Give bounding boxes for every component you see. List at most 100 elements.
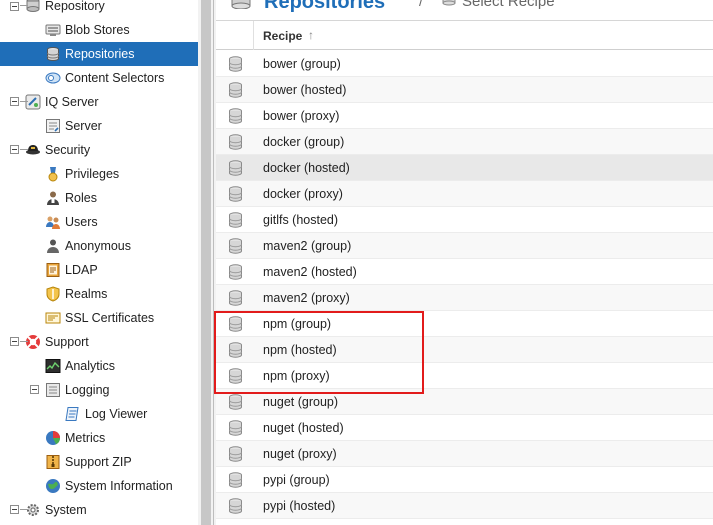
sort-ascending-icon[interactable]: ↑ [308,28,314,42]
database-icon [228,56,243,72]
recipe-name: gitlfs (hosted) [263,213,339,227]
nav-item-realms[interactable]: Realms [0,282,198,306]
recipe-name: docker (proxy) [263,187,343,201]
nav-label: Realms [65,287,108,301]
recipe-name: npm (hosted) [263,343,337,357]
tree-connector [20,341,28,342]
nav-label: Roles [65,191,97,205]
table-row[interactable]: nuget (hosted) [216,415,713,441]
collapse-toggle[interactable] [10,337,19,346]
table-row[interactable]: bower (group) [216,51,713,77]
table-row[interactable]: maven2 (group) [216,233,713,259]
recipe-name: maven2 (proxy) [263,291,350,305]
database-icon [228,108,243,124]
role-person-icon [45,190,61,206]
table-row[interactable]: pypi (group) [216,467,713,493]
database-icon [45,46,61,62]
nav-item-users[interactable]: Users [0,210,198,234]
divider [213,0,214,525]
nav-item-anonymous[interactable]: Anonymous [0,234,198,258]
nav-label: System Information [65,479,173,493]
nav-label: Support ZIP [65,455,132,469]
table-row[interactable]: bower (proxy) [216,103,713,129]
nav-item-blob-stores[interactable]: Blob Stores [0,18,198,42]
nav-item-privileges[interactable]: Privileges [0,162,198,186]
nav-label: Blob Stores [65,23,130,37]
nav-item-logging[interactable]: Logging [0,378,198,402]
table-row[interactable]: nuget (group) [216,389,713,415]
iq-server-icon [25,94,41,110]
nav-item-server[interactable]: Server [0,114,198,138]
nav-item-iq-server[interactable]: IQ Server [0,90,198,114]
database-icon [228,498,243,514]
table-row[interactable]: maven2 (proxy) [216,285,713,311]
collapse-toggle[interactable] [30,385,39,394]
database-icon [442,0,456,6]
nav-item-ssl-certificates[interactable]: SSL Certificates [0,306,198,330]
recipe-name: npm (group) [263,317,332,331]
nav-label: LDAP [65,263,98,277]
recipe-name: pypi (hosted) [263,499,336,513]
recipe-name: nuget (group) [263,395,339,409]
metrics-pie-icon [45,430,61,446]
nav-item-roles[interactable]: Roles [0,186,198,210]
recipe-name: npm (proxy) [263,369,330,383]
zip-icon [45,454,61,470]
table-row[interactable]: maven2 (hosted) [216,259,713,285]
nav-item-system[interactable]: System [0,498,198,522]
table-row[interactable]: docker (proxy) [216,181,713,207]
database-icon [228,394,243,410]
database-icon [228,212,243,228]
nav-item-repository[interactable]: Repository [0,0,198,18]
nav-item-repositories[interactable]: Repositories [0,42,198,66]
nav-label: SSL Certificates [65,311,155,325]
recipe-name: maven2 (group) [263,239,352,253]
table-row[interactable]: npm (group) [216,311,713,337]
nav-item-log-viewer[interactable]: Log Viewer [0,402,198,426]
system-info-globe-icon [45,478,61,494]
nav-item-security[interactable]: Security [0,138,198,162]
collapse-toggle[interactable] [10,97,19,106]
table-row[interactable]: gitlfs (hosted) [216,207,713,233]
table-row[interactable]: docker (hosted) [216,155,713,181]
collapse-toggle[interactable] [10,2,19,11]
log-viewer-icon [65,406,81,422]
vertical-scrollbar[interactable] [201,0,211,525]
database-icon [228,82,243,98]
nav-label: Content Selectors [65,71,165,85]
nav-label: Log Viewer [85,407,148,421]
panel-splitter[interactable] [198,0,216,525]
nav-item-content-selectors[interactable]: Content Selectors [0,66,198,90]
recipe-name: nuget (proxy) [263,447,337,461]
table-row[interactable]: npm (proxy) [216,363,713,389]
recipe-column-header[interactable]: Recipe [263,29,302,43]
table-row[interactable]: bower (hosted) [216,77,713,103]
table-row[interactable]: npm (hosted) [216,337,713,363]
certificate-icon [45,310,61,326]
nav-item-support[interactable]: Support [0,330,198,354]
logging-icon [45,382,61,398]
nav-item-support-zip[interactable]: Support ZIP [0,450,198,474]
database-icon [228,368,243,384]
admin-nav-tree: Repository Blob Stores Repositories Cont… [0,0,198,525]
nav-item-analytics[interactable]: Analytics [0,354,198,378]
nav-label: Repositories [65,47,135,61]
nav-item-metrics[interactable]: Metrics [0,426,198,450]
nav-label: System [45,503,87,517]
users-icon [45,214,61,230]
collapse-toggle[interactable] [10,505,19,514]
tree-connector [20,149,28,150]
nav-item-ldap[interactable]: LDAP [0,258,198,282]
collapse-toggle[interactable] [10,145,19,154]
recipe-name: bower (group) [263,57,341,71]
table-row[interactable]: docker (group) [216,129,713,155]
nav-label: Security [45,143,91,157]
table-row[interactable]: nuget (proxy) [216,441,713,467]
page-title: Repositories [264,0,386,13]
tree-connector [20,509,28,510]
table-row[interactable]: pypi (hosted) [216,493,713,519]
nav-item-system-information[interactable]: System Information [0,474,198,498]
nav-label: Server [65,119,102,133]
nav-label: IQ Server [45,95,99,109]
recipe-name: bower (hosted) [263,83,347,97]
